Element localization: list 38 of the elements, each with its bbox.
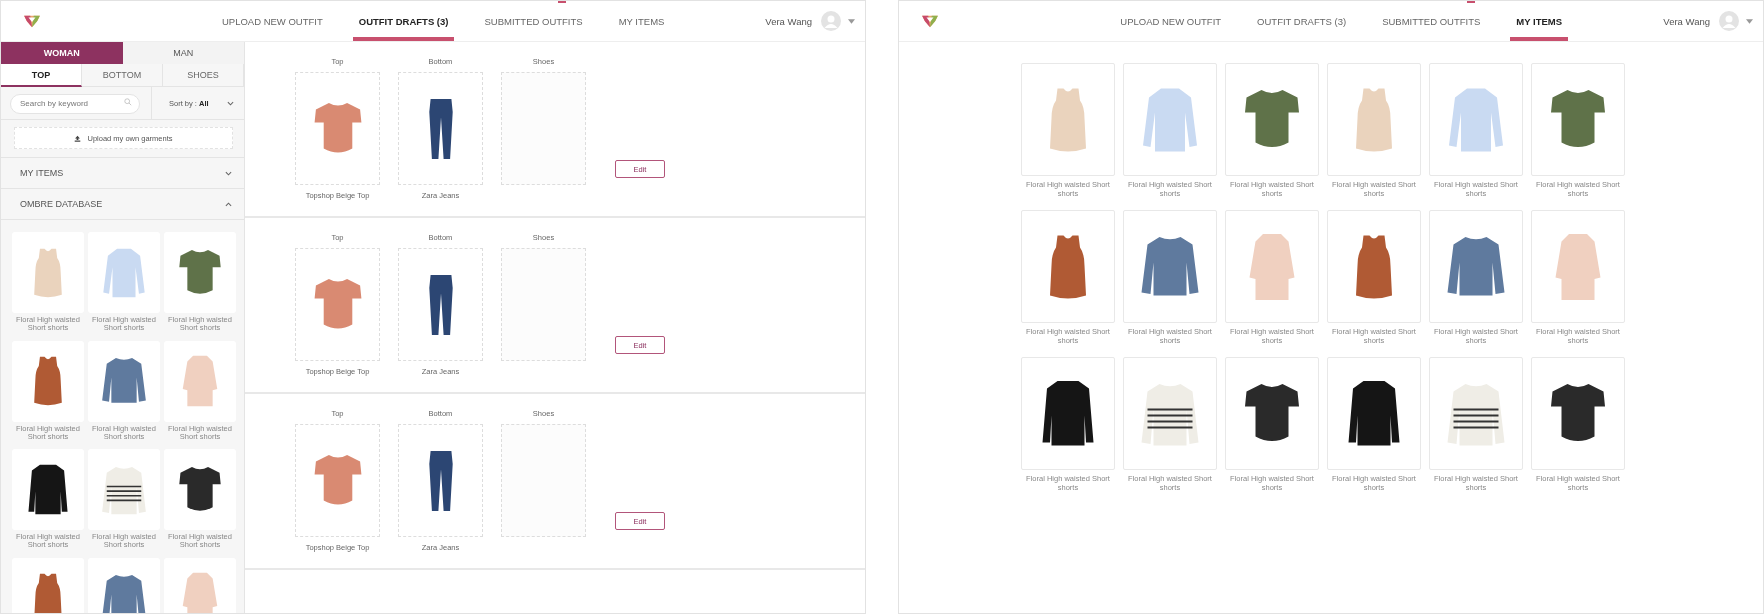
category-tab[interactable]: BOTTOM — [82, 64, 163, 87]
nav-tab[interactable]: SUBMITTED OUTFITS — [478, 1, 589, 41]
notification-mark — [558, 1, 566, 3]
product-card[interactable] — [164, 449, 236, 530]
nav-tab[interactable]: OUTFIT DRAFTS (3) — [1251, 1, 1353, 41]
user-name: Vera Wang — [765, 15, 812, 27]
logo-icon[interactable] — [23, 14, 41, 28]
nav-tab[interactable]: MY ITEMS — [1510, 1, 1569, 41]
notification-mark — [1467, 1, 1475, 3]
search-icon — [124, 98, 132, 106]
category-tab[interactable]: TOP — [1, 64, 82, 87]
caret-icon[interactable] — [848, 18, 855, 24]
product-card[interactable] — [88, 449, 160, 530]
product-card[interactable] — [12, 449, 84, 530]
user-name: Vera Wang — [1663, 15, 1710, 27]
product-card[interactable] — [1327, 357, 1421, 470]
item-slot[interactable] — [398, 248, 483, 361]
section-header[interactable]: MY ITEMS — [1, 158, 244, 189]
nav-tab[interactable]: OUTFIT DRAFTS (3) — [352, 1, 455, 41]
caret-icon[interactable] — [1746, 18, 1753, 24]
search-field[interactable]: Search by keyword — [10, 93, 140, 114]
chevron-down-icon — [227, 100, 234, 106]
upload-icon — [74, 134, 82, 142]
logo-icon[interactable] — [921, 14, 939, 28]
nav-tab[interactable]: UPLOAD NEW OUTFIT — [215, 1, 329, 41]
chevron-up-icon — [225, 201, 232, 207]
nav-tab[interactable]: MY ITEMS — [612, 1, 671, 41]
chevron-down-icon — [225, 170, 232, 176]
product-card[interactable] — [1225, 357, 1319, 470]
product-card[interactable] — [1021, 357, 1115, 470]
item-slot[interactable] — [398, 424, 483, 537]
item-slot[interactable] — [398, 72, 483, 185]
category-tab[interactable]: SHOES — [163, 64, 244, 87]
gender-tab[interactable]: WOMAN — [1, 42, 123, 64]
product-card[interactable] — [1531, 357, 1625, 470]
section-header[interactable]: OMBRE DATABASE — [1, 189, 244, 220]
nav-tab[interactable]: UPLOAD NEW OUTFIT — [1114, 1, 1228, 41]
nav-tab[interactable]: SUBMITTED OUTFITS — [1376, 1, 1487, 41]
